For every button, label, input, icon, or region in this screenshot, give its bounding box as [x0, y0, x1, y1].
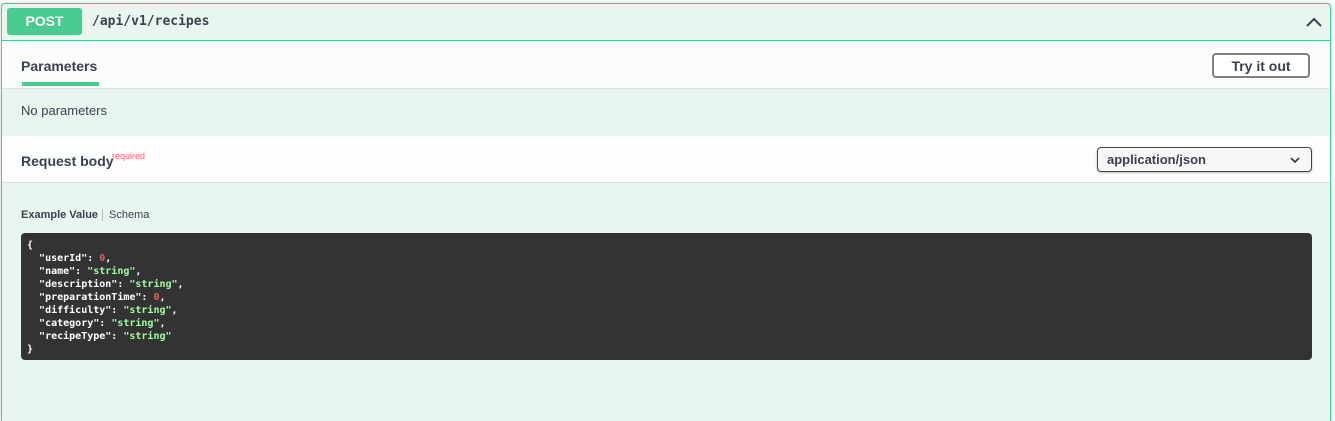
- code-comma: ,: [135, 266, 142, 277]
- code-key: "description": [39, 279, 118, 290]
- tab-parameters[interactable]: Parameters: [21, 58, 97, 74]
- parameters-header: Parameters Try it out: [2, 41, 1330, 89]
- code-value: "string": [129, 279, 178, 290]
- try-it-out-button[interactable]: Try it out: [1212, 53, 1310, 78]
- chevron-up-icon[interactable]: [1304, 13, 1324, 31]
- endpoint-path: /api/v1/recipes: [92, 14, 210, 29]
- operation-block-post: POST /api/v1/recipes Parameters Try it o…: [1, 3, 1331, 421]
- tab-schema[interactable]: Schema: [103, 209, 149, 221]
- code-value: "string": [111, 318, 160, 329]
- code-key: "userId": [39, 253, 88, 264]
- code-line: "category": "string",: [39, 318, 166, 329]
- code-line: "name": "string",: [39, 266, 142, 277]
- code-open-brace: {: [27, 240, 34, 251]
- no-parameters-text: No parameters: [21, 103, 107, 118]
- code-value: "string": [87, 266, 136, 277]
- code-key: "recipeType": [39, 331, 112, 342]
- operation-summary[interactable]: POST /api/v1/recipes: [2, 4, 1330, 41]
- tab-example-value[interactable]: Example Value: [21, 209, 104, 221]
- code-key: "difficulty": [39, 305, 112, 316]
- example-tabs: Example Value Schema: [21, 209, 149, 221]
- code-line: "userId": 0,: [39, 253, 112, 264]
- code-key: "category": [39, 318, 100, 329]
- code-line: "recipeType": "string": [39, 331, 172, 342]
- code-close-brace: }: [27, 344, 34, 355]
- code-comma: ,: [177, 279, 184, 290]
- code-key: "name": [39, 266, 76, 277]
- code-value: "string": [123, 305, 172, 316]
- request-body-title: Request body: [21, 153, 114, 169]
- request-body-header: Request body required application/json: [2, 136, 1330, 183]
- example-json-code: { "userId": 0, "name": "string", "descri…: [21, 233, 1312, 360]
- code-comma: ,: [159, 318, 166, 329]
- code-key: "preparationTime": [39, 292, 142, 303]
- code-comma: ,: [105, 253, 112, 264]
- tab-active-indicator: [22, 82, 99, 86]
- code-line: "description": "string",: [39, 279, 184, 290]
- code-line: "difficulty": "string",: [39, 305, 178, 316]
- required-badge: required: [112, 151, 146, 161]
- content-type-value: application/json: [1107, 152, 1206, 167]
- code-comma: ,: [159, 292, 166, 303]
- code-line: "preparationTime": 0,: [39, 292, 166, 303]
- code-comma: ,: [171, 305, 178, 316]
- content-type-select[interactable]: application/json: [1097, 147, 1312, 172]
- chevron-down-icon: [1290, 157, 1300, 164]
- method-badge: POST: [7, 8, 82, 35]
- code-value: "string": [123, 331, 172, 342]
